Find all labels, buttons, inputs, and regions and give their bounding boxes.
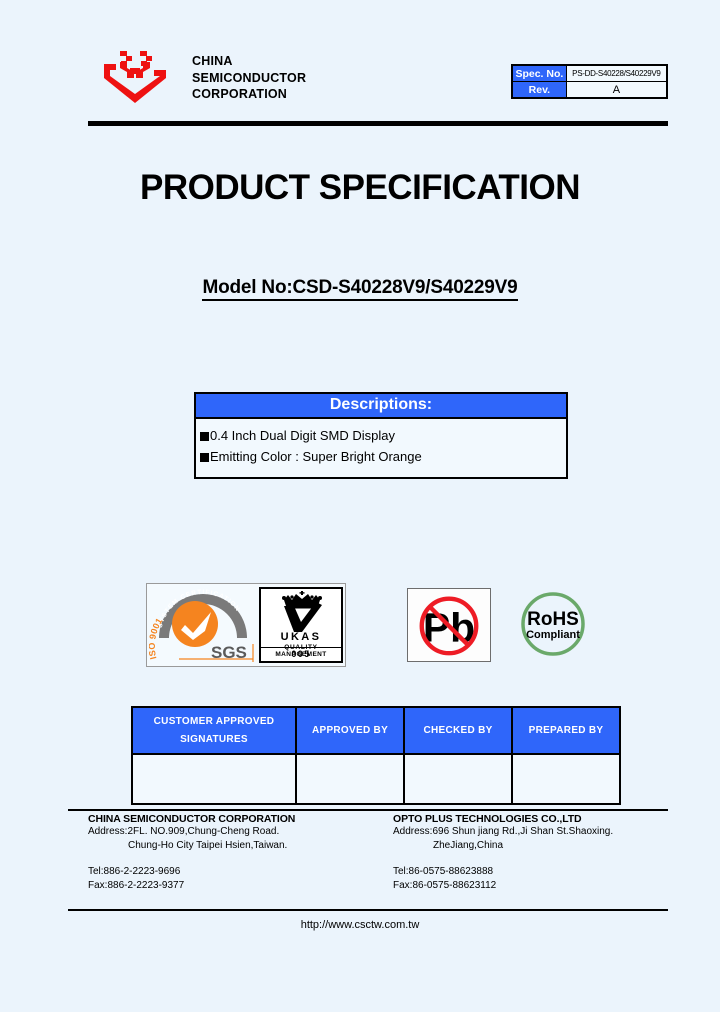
signature-cell-prepared[interactable]: [511, 753, 621, 805]
footer-address-line-2: ZheJiang,China: [433, 840, 504, 851]
footer-spacer: [393, 853, 613, 865]
ukas-name: UKAS: [280, 631, 322, 643]
company-name-line-2: SEMICONDUCTOR: [192, 70, 307, 85]
footer-bottom-divider-rule: [68, 909, 668, 911]
document-header: CHINA SEMICONDUCTOR CORPORATION Spec. No…: [68, 44, 668, 112]
svg-text:ISO 9001:2000: ISO 9001:2000: [149, 586, 164, 660]
footer-column-china-semiconductor: CHINA SEMICONDUCTOR CORPORATION Address:…: [88, 813, 295, 893]
ukas-accreditation-mark: UKAS QUALITY MANAGEMENT 005: [259, 587, 343, 663]
signature-table: CUSTOMER APPROVED SIGNATURES APPROVED BY…: [131, 706, 621, 805]
footer-telephone: Tel:886-2-2223-9696: [88, 866, 181, 877]
signature-cell-checked[interactable]: [403, 753, 513, 805]
signature-header-row: CUSTOMER APPROVED SIGNATURES APPROVED BY…: [131, 706, 621, 755]
model-number: Model No:CSD-S40228V9/S40229V9: [0, 277, 720, 301]
certification-logos: SYSTEM CERTIFICATION ISO 9001:2000 SGS: [0, 578, 720, 673]
pb-prohibited-icon: Pb: [419, 596, 479, 656]
footer-spacer: [88, 853, 295, 865]
signature-header-line-2: SIGNATURES: [180, 734, 248, 745]
description-item-text: 0.4 Inch Dual Digit SMD Display: [210, 428, 395, 443]
footer-fax: Fax:86-0575-88623112: [393, 880, 497, 891]
sgs-ukas-group: SYSTEM CERTIFICATION ISO 9001:2000 SGS: [146, 578, 346, 667]
square-bullet-icon: [200, 453, 209, 462]
sgs-iso-certification-icon: SYSTEM CERTIFICATION ISO 9001:2000 SGS: [146, 578, 257, 664]
revision-row: Rev. A: [511, 81, 668, 99]
header-divider-rule: [88, 121, 668, 126]
description-item-text: Emitting Color : Super Bright Orange: [210, 449, 422, 464]
company-name: CHINA SEMICONDUCTOR CORPORATION: [192, 53, 306, 103]
footer-fax: Fax:886-2-2223-9377: [88, 880, 185, 891]
signature-value-row: [131, 753, 621, 805]
document-footer: CHINA SEMICONDUCTOR CORPORATION Address:…: [0, 813, 720, 907]
company-name-line-1: CHINA: [192, 54, 233, 68]
rohs-compliant-icon: RoHS Compliant: [521, 592, 585, 656]
signature-column-header-checked: CHECKED BY: [403, 706, 513, 755]
rohs-compliant-mark: RoHS Compliant: [516, 588, 590, 662]
footer-column-opto-plus: OPTO PLUS TECHNOLOGIES CO.,LTD Address:6…: [393, 813, 613, 893]
revision-value: A: [565, 81, 668, 99]
signature-column-header-prepared: PREPARED BY: [511, 706, 621, 755]
description-item: Emitting Color : Super Bright Orange: [200, 446, 566, 467]
spec-number-table: Spec. No. PS-DD-S40228/S40229V9 Rev. A: [511, 64, 668, 99]
descriptions-box: Descriptions: 0.4 Inch Dual Digit SMD Di…: [194, 392, 568, 479]
signature-column-header-customer: CUSTOMER APPROVED SIGNATURES: [131, 706, 297, 755]
square-bullet-icon: [200, 432, 209, 441]
ukas-number: 005: [261, 647, 341, 659]
document-page: CHINA SEMICONDUCTOR CORPORATION Spec. No…: [0, 0, 720, 1012]
footer-company-name: CHINA SEMICONDUCTOR CORPORATION: [88, 813, 296, 825]
descriptions-heading: Descriptions:: [196, 394, 566, 419]
spec-no-row: Spec. No. PS-DD-S40228/S40229V9: [511, 64, 668, 82]
spec-no-label: Spec. No.: [511, 64, 567, 82]
ukas-tick-icon: [280, 602, 324, 632]
signature-header-line-1: CUSTOMER APPROVED: [153, 716, 275, 727]
descriptions-body: 0.4 Inch Dual Digit SMD Display Emitting…: [196, 419, 566, 477]
description-item: 0.4 Inch Dual Digit SMD Display: [200, 425, 566, 446]
footer-telephone: Tel:86-0575-88623888: [393, 866, 494, 877]
company-name-line-3: CORPORATION: [192, 87, 288, 101]
csc-red-emblem-logo-icon: [96, 48, 174, 106]
revision-label: Rev.: [511, 81, 567, 99]
signature-cell-customer[interactable]: [131, 753, 297, 805]
footer-address-line-1: Address:2FL. NO.909,Chung-Cheng Road.: [88, 826, 280, 837]
website-url[interactable]: http://www.csctw.com.tw: [0, 919, 720, 931]
footer-top-divider-rule: [68, 809, 668, 811]
footer-company-name: OPTO PLUS TECHNOLOGIES CO.,LTD: [393, 813, 582, 825]
model-number-text: Model No:CSD-S40228V9/S40229V9: [202, 277, 518, 301]
svg-text:Compliant: Compliant: [526, 629, 580, 641]
spec-no-value: PS-DD-S40228/S40229V9: [565, 64, 668, 82]
footer-address-line-2: Chung-Ho City Taipei Hsien,Taiwan.: [128, 840, 288, 851]
page-title: PRODUCT SPECIFICATION: [140, 168, 580, 207]
signature-column-header-approved: APPROVED BY: [295, 706, 405, 755]
footer-address-line-1: Address:696 Shun jiang Rd.,Ji Shan St.Sh…: [393, 826, 614, 837]
lead-free-mark: Pb: [407, 588, 491, 662]
signature-cell-approved[interactable]: [295, 753, 405, 805]
svg-text:RoHS: RoHS: [527, 609, 579, 630]
